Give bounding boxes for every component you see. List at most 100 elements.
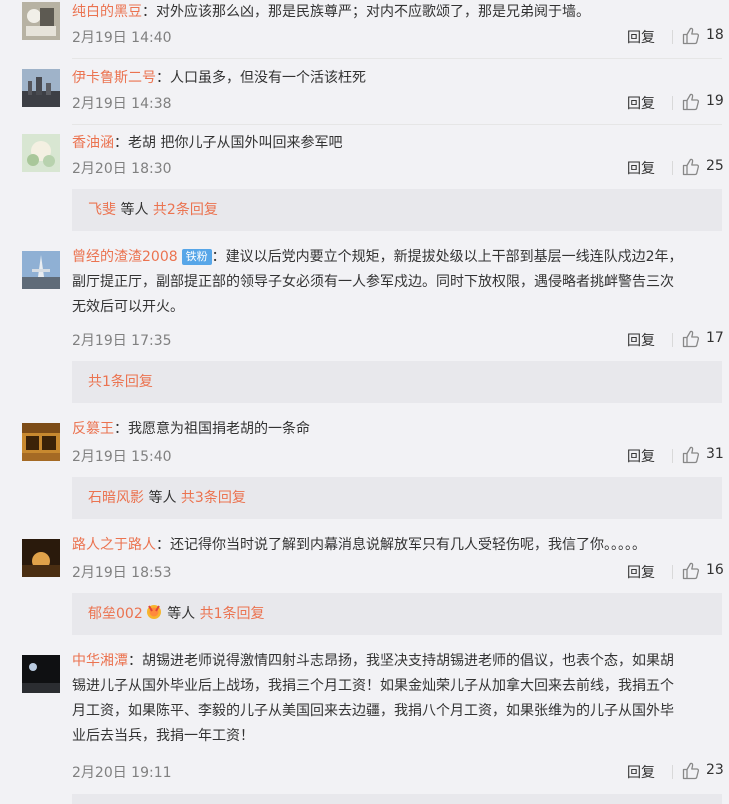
subreply-middle-text: 等人 (148, 490, 177, 506)
thumbs-up-icon[interactable] (681, 157, 701, 177)
username-link[interactable]: 反篡王 (72, 421, 114, 437)
comment-meta: 2月20日 19:11 回复 23 (72, 761, 724, 784)
comment-text: 伊卡鲁斯二号：人口虽多，但没有一个活该枉死 (72, 66, 720, 91)
reply-button[interactable]: 回复 (627, 446, 655, 466)
comment-meta: 2月20日 18:30 回复 25 (72, 157, 724, 180)
username-link[interactable]: 伊卡鲁斯二号 (72, 70, 156, 86)
divider (672, 161, 673, 175)
thumbs-up-icon[interactable] (681, 445, 701, 465)
divider (672, 765, 673, 779)
reply-button[interactable]: 回复 (627, 562, 655, 582)
divider (672, 449, 673, 463)
divider (672, 333, 673, 347)
thumbs-up-icon[interactable] (681, 92, 701, 112)
divider (672, 565, 673, 579)
comment-content-line: 建议以后党内要立个规矩，新提拔处级以上干部到基层一线连队戍边2年， (225, 249, 683, 265)
avatar[interactable] (22, 69, 60, 107)
comment-text: 中华湘潭：胡锡进老师说得激情四射斗志昂扬，我坚决支持胡锡进老师的倡议，也表个态，… (72, 649, 720, 749)
comment-meta: 2月19日 15:40 回复 31 (72, 445, 724, 468)
comment-content-line: 胡锡进老师说得激情四射斗志昂扬，我坚决支持胡锡进老师的倡议，也表个态，如果胡 (142, 653, 674, 669)
colon: ： (156, 70, 170, 86)
divider (72, 124, 722, 125)
colon: ： (114, 135, 128, 151)
subreply-middle-text: 等人 (120, 202, 149, 218)
comment-content: 对外应该那么凶，那是民族尊严；对内不应歌颂了，那是兄弟阋于墙。 (156, 4, 590, 20)
subreplies-bar-partial (72, 794, 722, 804)
avatar[interactable] (22, 423, 60, 461)
like-count: 17 (706, 330, 724, 346)
username-link[interactable]: 曾经的渣渣2008 (72, 249, 178, 265)
comment-meta: 2月19日 17:35 回复 17 (72, 329, 724, 352)
timestamp: 2月19日 18:53 (72, 565, 172, 581)
comment-text: 反篡王：我愿意为祖国捐老胡的一条命 (72, 417, 720, 442)
subreply-user-link[interactable]: 郁垒002 (88, 606, 143, 622)
subreplies-bar[interactable]: 飞斐 等人 共2条回复 (72, 189, 722, 231)
colon: ： (128, 653, 142, 669)
timestamp: 2月19日 15:40 (72, 449, 172, 465)
thumbs-up-icon[interactable] (681, 761, 701, 781)
subreply-user-link[interactable]: 飞斐 (88, 202, 116, 218)
subreply-count-link[interactable]: 共1条回复 (200, 606, 265, 622)
divider (672, 96, 673, 110)
reply-button[interactable]: 回复 (627, 27, 655, 47)
comment-content-line: 锡进儿子从国外毕业后上战场，我捐三个月工资！如果金灿荣儿子从加拿大回来去前线，我… (72, 678, 674, 694)
comment-meta: 2月19日 14:40 回复 18 (72, 26, 724, 49)
thumbs-up-icon[interactable] (681, 561, 701, 581)
divider (72, 58, 722, 59)
comment-text: 纯白的黑豆：对外应该那么凶，那是民族尊严；对内不应歌颂了，那是兄弟阋于墙。 (72, 0, 720, 25)
comment-text: 曾经的渣渣2008 铁粉 ：建议以后党内要立个规矩，新提拔处级以上干部到基层一线连队… (72, 245, 720, 320)
subreply-count-link[interactable]: 共3条回复 (181, 490, 246, 506)
colon: ： (211, 249, 226, 265)
comment-content-line: 副厅提正厅，副部提正部的领导子女必须有一人参军戍边。同时下放权限，遇侵略者挑衅警… (72, 274, 674, 290)
reply-button[interactable]: 回复 (627, 93, 655, 113)
colon: ： (142, 4, 156, 20)
subreplies-bar[interactable]: 共1条回复 (72, 361, 722, 403)
username-link[interactable]: 路人之于路人 (72, 537, 156, 553)
subreply-middle-text: 等人 (167, 606, 196, 622)
like-count: 19 (706, 93, 724, 109)
reply-button[interactable]: 回复 (627, 762, 655, 782)
colon: ： (156, 537, 170, 553)
like-count: 25 (706, 158, 724, 174)
username-link[interactable]: 香油涵 (72, 135, 114, 151)
comment-content: 老胡 把你儿子从国外叫回来参军吧 (128, 135, 343, 151)
subreplies-bar[interactable]: 郁垒002 等人 共1条回复 (72, 593, 722, 635)
timestamp: 2月20日 18:30 (72, 161, 172, 177)
comment-content-line: 业后去当兵，我捐一年工资！ (72, 728, 254, 744)
username-link[interactable]: 中华湘潭 (72, 653, 128, 669)
reply-button[interactable]: 回复 (627, 158, 655, 178)
avatar[interactable] (22, 134, 60, 172)
subreply-count-link[interactable]: 共2条回复 (153, 202, 218, 218)
avatar[interactable] (22, 539, 60, 577)
comment-meta: 2月19日 14:38 回复 19 (72, 92, 724, 115)
timestamp: 2月20日 19:11 (72, 765, 172, 781)
comment-content: 还记得你当时说了解到内幕消息说解放军只有几人受轻伤呢，我信了你。。。。。 (170, 537, 646, 553)
timestamp: 2月19日 14:40 (72, 30, 172, 46)
divider (672, 30, 673, 44)
colon: ： (114, 421, 128, 437)
subreply-user-link[interactable]: 石暗风影 (88, 490, 144, 506)
comment-content-line: 月工资，如果陈平、李毅的儿子从美国回来去边疆，我捐八个月工资，如果张维为的儿子从… (72, 703, 674, 719)
fan-badge: 铁粉 (181, 249, 212, 265)
like-count: 23 (706, 762, 724, 778)
timestamp: 2月19日 17:35 (72, 333, 172, 349)
comment-content: 人口虽多，但没有一个活该枉死 (170, 70, 366, 86)
subreply-count-link[interactable]: 共1条回复 (88, 374, 153, 390)
like-count: 18 (706, 27, 724, 43)
reply-button[interactable]: 回复 (627, 330, 655, 350)
comment-meta: 2月19日 18:53 回复 16 (72, 561, 724, 584)
like-count: 16 (706, 562, 724, 578)
avatar[interactable] (22, 655, 60, 693)
thumbs-up-icon[interactable] (681, 26, 701, 46)
comment-content: 我愿意为祖国捐老胡的一条命 (128, 421, 310, 437)
avatar[interactable] (22, 251, 60, 289)
comment-text: 香油涵：老胡 把你儿子从国外叫回来参军吧 (72, 131, 720, 156)
medal-icon (145, 596, 163, 619)
comment-content-line: 无效后可以开火。 (72, 299, 184, 315)
avatar[interactable] (22, 2, 60, 40)
username-link[interactable]: 纯白的黑豆 (72, 4, 142, 20)
subreplies-bar[interactable]: 石暗风影 等人 共3条回复 (72, 477, 722, 519)
comment-text: 路人之于路人：还记得你当时说了解到内幕消息说解放军只有几人受轻伤呢，我信了你。。… (72, 533, 720, 558)
thumbs-up-icon[interactable] (681, 329, 701, 349)
like-count: 31 (706, 446, 724, 462)
